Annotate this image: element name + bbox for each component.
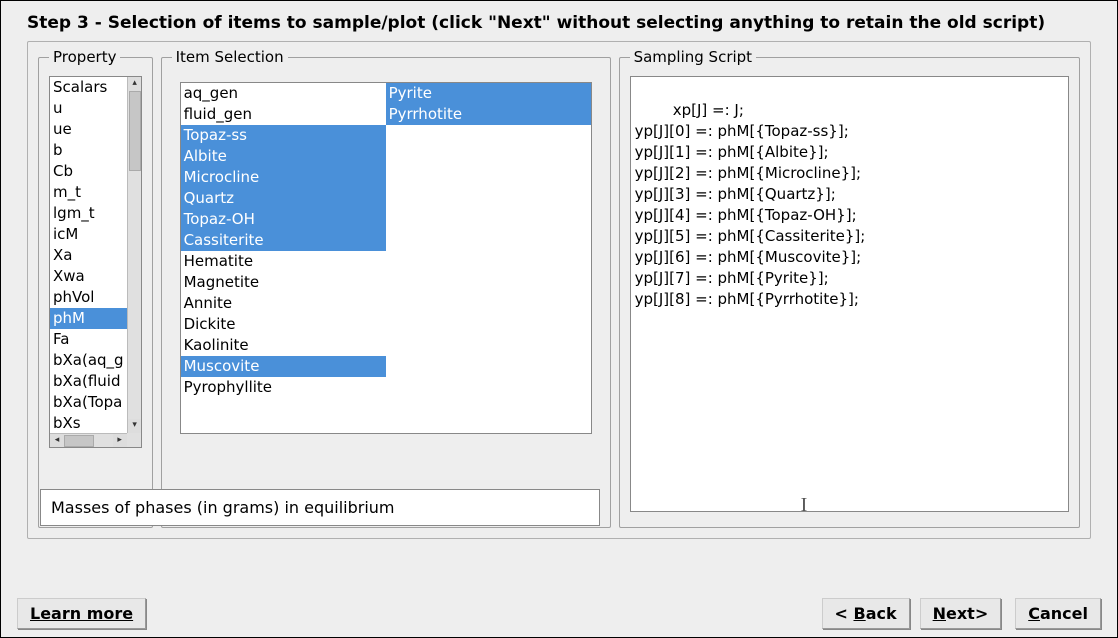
scroll-corner: [127, 433, 141, 447]
property-item[interactable]: phVol: [50, 287, 127, 308]
property-item[interactable]: bXa(aq_g: [50, 350, 127, 371]
property-vscrollbar[interactable]: ▴ ▾: [127, 77, 141, 433]
item-selection-item[interactable]: Pyrrhotite: [386, 104, 591, 125]
property-item[interactable]: phM: [50, 308, 127, 329]
item-selection-fieldset: Item Selection aq_genfluid_genTopaz-ssAl…: [161, 48, 611, 528]
item-selection-item[interactable]: Pyrophyllite: [181, 377, 386, 398]
item-selection-item[interactable]: Annite: [181, 293, 386, 314]
item-listbox[interactable]: aq_genfluid_genTopaz-ssAlbiteMicroclineQ…: [180, 82, 592, 434]
item-selection-item[interactable]: Kaolinite: [181, 335, 386, 356]
scroll-thumb[interactable]: [64, 435, 94, 447]
property-item[interactable]: u: [50, 98, 127, 119]
sampling-script-textarea[interactable]: xp[J] =: J; yp[J][0] =: phM[{Topaz-ss}];…: [630, 76, 1069, 512]
property-listbox[interactable]: ScalarsuuebCbm_tlgm_ticMXaXwaphVolphMFab…: [49, 76, 142, 448]
item-selection-legend: Item Selection: [172, 48, 288, 66]
scroll-right-icon[interactable]: ▸: [113, 434, 127, 447]
property-item[interactable]: bXs: [50, 413, 127, 434]
item-selection-item[interactable]: aq_gen: [181, 83, 386, 104]
property-legend: Property: [49, 48, 120, 66]
property-item[interactable]: Fa: [50, 329, 127, 350]
step-title: Step 3 - Selection of items to sample/pl…: [1, 1, 1117, 41]
main-panel: Property ScalarsuuebCbm_tlgm_ticMXaXwaph…: [27, 41, 1091, 539]
property-item[interactable]: Cb: [50, 161, 127, 182]
item-selection-item[interactable]: fluid_gen: [181, 104, 386, 125]
property-item[interactable]: m_t: [50, 182, 127, 203]
back-button[interactable]: < Back: [822, 598, 910, 629]
property-item[interactable]: ue: [50, 119, 127, 140]
property-hscrollbar[interactable]: ◂ ▸: [50, 433, 127, 447]
next-button[interactable]: Next>: [920, 598, 1002, 629]
item-selection-item[interactable]: Pyrite: [386, 83, 591, 104]
scroll-thumb[interactable]: [129, 91, 141, 171]
wizard-page: Step 3 - Selection of items to sample/pl…: [0, 0, 1118, 638]
script-text: xp[J] =: J; yp[J][0] =: phM[{Topaz-ss}];…: [635, 101, 866, 308]
property-item[interactable]: lgm_t: [50, 203, 127, 224]
property-item[interactable]: Xwa: [50, 266, 127, 287]
learn-more-button[interactable]: Learn more: [17, 598, 146, 629]
footer-button-bar: Learn more < Back Next> Cancel: [1, 589, 1117, 637]
item-selection-item[interactable]: Topaz-OH: [181, 209, 386, 230]
cancel-button[interactable]: Cancel: [1015, 598, 1101, 629]
scroll-up-icon[interactable]: ▴: [128, 77, 141, 91]
item-selection-item[interactable]: Magnetite: [181, 272, 386, 293]
property-item[interactable]: Scalars: [50, 77, 127, 98]
property-item[interactable]: icM: [50, 224, 127, 245]
sampling-script-fieldset: Sampling Script xp[J] =: J; yp[J][0] =: …: [619, 48, 1080, 528]
property-item[interactable]: b: [50, 140, 127, 161]
property-item[interactable]: bXa(fluid: [50, 371, 127, 392]
scroll-left-icon[interactable]: ◂: [50, 434, 64, 447]
item-selection-item[interactable]: Hematite: [181, 251, 386, 272]
sampling-script-legend: Sampling Script: [630, 48, 756, 66]
property-fieldset: Property ScalarsuuebCbm_tlgm_ticMXaXwaph…: [38, 48, 153, 528]
property-item[interactable]: bXa(Topa: [50, 392, 127, 413]
item-selection-item[interactable]: Topaz-ss: [181, 125, 386, 146]
item-selection-item[interactable]: Dickite: [181, 314, 386, 335]
property-description-field[interactable]: Masses of phases (in grams) in equilibri…: [40, 489, 600, 526]
text-cursor-icon: I: [801, 495, 808, 512]
item-selection-item[interactable]: Microcline: [181, 167, 386, 188]
property-item[interactable]: Xa: [50, 245, 127, 266]
scroll-down-icon[interactable]: ▾: [128, 419, 141, 433]
item-selection-item[interactable]: Albite: [181, 146, 386, 167]
item-selection-item[interactable]: Quartz: [181, 188, 386, 209]
item-selection-item[interactable]: Cassiterite: [181, 230, 386, 251]
item-selection-item[interactable]: Muscovite: [181, 356, 386, 377]
